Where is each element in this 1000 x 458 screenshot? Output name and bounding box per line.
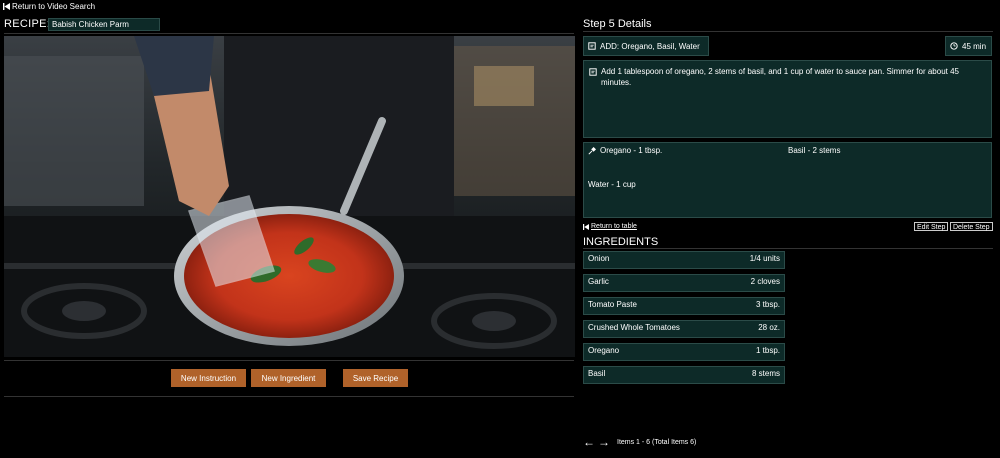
new-ingredient-button[interactable]: New Ingredient — [251, 369, 326, 387]
ingredient-name: Tomato Paste — [588, 300, 637, 309]
ingredient-row[interactable]: Basil 8 stems — [583, 366, 785, 384]
ingredient-name: Oregano — [588, 346, 620, 355]
return-to-table-label: Return to table — [591, 223, 637, 230]
video-frame-image — [4, 36, 575, 357]
step-description-box: Add 1 tablespoon of oregano, 2 stems of … — [583, 60, 992, 138]
ingredient-quantity: 8 stems — [751, 369, 780, 378]
ingredient-row[interactable]: Crushed Whole Tomatoes 28 oz. — [583, 320, 785, 338]
note-icon — [589, 68, 597, 76]
return-video-search-label: Return to Video Search — [12, 2, 96, 11]
ingredient-name: Crushed Whole Tomatoes — [588, 323, 680, 332]
step-description-text: Add 1 tablespoon of oregano, 2 stems of … — [601, 67, 959, 87]
skip-back-icon — [583, 223, 589, 230]
ingredient-row[interactable]: Garlic 2 cloves — [583, 274, 785, 292]
pager-text: Items 1 - 6 (Total Items 6) — [617, 438, 697, 446]
new-instruction-button[interactable]: New Instruction — [171, 369, 246, 387]
step-action-text: ADD: Oregano, Basil, Water — [600, 41, 700, 51]
pager: ← → Items 1 - 6 (Total Items 6) — [583, 436, 697, 448]
ingredient-quantity: 1 tbsp. — [755, 346, 780, 355]
ingredient-quantity: 3 tbsp. — [755, 300, 780, 309]
divider — [4, 396, 574, 397]
step-ingredient-label: Basil - 2 stems — [788, 146, 841, 155]
note-icon — [588, 42, 596, 50]
step-ingredient-item: Water - 1 cup — [588, 180, 636, 189]
divider — [4, 33, 574, 34]
return-to-table-link[interactable]: Return to table — [583, 223, 637, 230]
ingredient-name: Basil — [588, 369, 606, 378]
step-ingredient-item: Basil - 2 stems — [788, 146, 840, 155]
divider — [583, 31, 993, 32]
ingredient-row[interactable]: Oregano 1 tbsp. — [583, 343, 785, 361]
step-time-box: 45 min — [945, 36, 992, 56]
ingredient-name: Garlic — [588, 277, 609, 286]
divider — [583, 248, 993, 249]
step-ingredients-box: Oregano - 1 tbsp. Basil - 2 stems Water … — [583, 142, 992, 218]
ingredient-name: Onion — [588, 254, 610, 263]
skip-back-icon — [3, 3, 10, 10]
step-title: Step 5 Details — [583, 18, 652, 30]
ingredients-title: INGREDIENTS — [583, 236, 659, 248]
pin-icon — [588, 146, 596, 155]
delete-step-button[interactable]: Delete Step — [950, 222, 993, 231]
video-player[interactable] — [4, 36, 575, 357]
return-video-search-link[interactable]: Return to Video Search — [3, 2, 95, 11]
edit-step-button[interactable]: Edit Step — [914, 222, 949, 231]
ingredient-row[interactable]: Tomato Paste 3 tbsp. — [583, 297, 785, 315]
step-ingredient-item: Oregano - 1 tbsp. — [588, 146, 662, 155]
clock-icon — [950, 42, 958, 50]
divider — [4, 360, 574, 361]
recipe-label: RECIPE: — [4, 18, 51, 30]
step-time-text: 45 min — [962, 41, 987, 51]
step-action-box: ADD: Oregano, Basil, Water — [583, 36, 709, 56]
ingredient-quantity: 2 cloves — [750, 277, 780, 286]
arrow-right-icon[interactable]: → — [598, 436, 610, 448]
ingredient-row[interactable]: Onion 1/4 units — [583, 251, 785, 269]
ingredient-quantity: 1/4 units — [749, 254, 780, 263]
recipe-name-input[interactable]: Babish Chicken Parm — [48, 18, 160, 31]
step-ingredient-label: Water - 1 cup — [588, 180, 636, 189]
step-ingredient-label: Oregano - 1 tbsp. — [600, 146, 663, 155]
save-recipe-button[interactable]: Save Recipe — [343, 369, 408, 387]
arrow-left-icon[interactable]: ← — [583, 436, 595, 448]
ingredient-quantity: 28 oz. — [758, 323, 780, 332]
